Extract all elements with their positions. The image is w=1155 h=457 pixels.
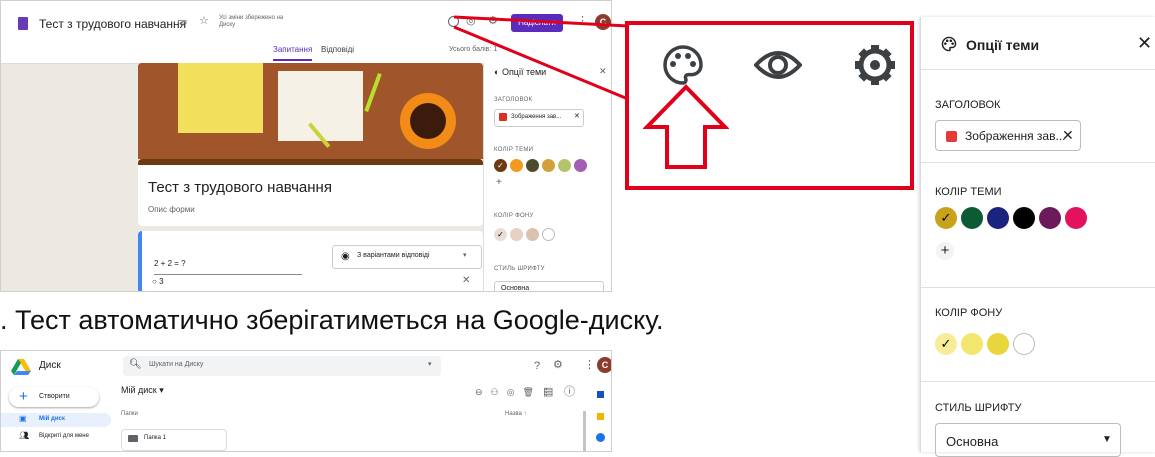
header-image-chip[interactable]: Зображення зав... ✕ [935, 120, 1081, 151]
folder-card[interactable]: Папка 1 [121, 429, 227, 451]
remove-header-icon[interactable]: ✕ [1062, 127, 1074, 144]
drive-icon: ▣ [19, 414, 27, 423]
gear-icon[interactable] [853, 43, 897, 87]
scrollbar[interactable] [583, 411, 586, 451]
caption: . Тест автоматично зберігатиметься на Go… [0, 305, 664, 336]
folders-label: Папки [121, 411, 138, 417]
eye-icon[interactable] [754, 47, 802, 83]
my-drive-label: Мій диск [39, 416, 65, 422]
color-swatch[interactable] [1065, 207, 1087, 229]
zoom-callout [625, 21, 914, 190]
shared-label: Відкриті для мене [39, 433, 89, 439]
palette-icon [941, 36, 957, 52]
divider [921, 381, 1155, 382]
drive-screenshot: Диск 🔍︎ Шукати на Диску ▾ ? ⚙ ⋮⋮ C + Ств… [0, 350, 612, 452]
up-arrow-icon [643, 84, 729, 169]
sort-label: Назва [505, 411, 522, 417]
add-color-button[interactable]: + [936, 242, 954, 260]
theme-color-label: КОЛІР ТЕМИ [935, 186, 1002, 198]
divider [921, 69, 1155, 70]
drive-logo-icon[interactable] [11, 359, 31, 375]
shared-icon: 👥︎ [19, 431, 30, 440]
close-icon[interactable]: ✕ [1137, 33, 1152, 54]
divider [921, 287, 1155, 288]
color-swatch[interactable] [961, 333, 983, 355]
drive-app-name[interactable]: Диск [39, 360, 61, 371]
folder-name: Папка 1 [144, 435, 166, 441]
help-icon[interactable]: ? [534, 360, 540, 372]
my-drive-menu-label: Мій диск [121, 385, 157, 395]
chevron-down-icon: ▼ [1102, 434, 1112, 445]
palette-icon[interactable] [661, 43, 705, 87]
theme-title: Опції теми [966, 37, 1040, 53]
search-icon: 🔍︎ [129, 359, 142, 370]
info-icon[interactable]: ⓘ [564, 386, 575, 398]
check-icon: ✓ [940, 210, 952, 225]
bg-color-label: КОЛІР ФОНУ [935, 307, 1003, 319]
color-swatch[interactable] [987, 333, 1009, 355]
create-button[interactable]: + Створити [9, 387, 99, 407]
image-icon [946, 131, 957, 142]
sidebar-item-my-drive[interactable]: ▣ Мій диск [1, 413, 111, 427]
bg-color-swatches: ✓ [935, 333, 1039, 360]
drive-search-bar[interactable]: 🔍︎ Шукати на Диску ▾ [123, 356, 441, 376]
color-swatch[interactable] [1013, 333, 1035, 355]
tasks-icon[interactable] [596, 433, 605, 442]
sort-name-button[interactable]: Назва ↑ [505, 411, 526, 417]
color-swatch[interactable]: ✓ [935, 207, 957, 229]
search-options-icon[interactable]: ▾ [428, 360, 432, 368]
color-swatch[interactable] [961, 207, 983, 229]
settings-icon[interactable]: ⚙ [553, 359, 563, 371]
plus-icon: + [19, 388, 28, 405]
calendar-icon[interactable] [597, 391, 604, 398]
theme-sidebar: Опції теми ✕ ЗАГОЛОВОК Зображення зав...… [920, 17, 1155, 457]
check-icon: ✓ [940, 336, 952, 351]
folder-icon [128, 435, 138, 442]
color-swatch[interactable] [1013, 207, 1035, 229]
search-input[interactable]: Шукати на Диску [149, 361, 203, 368]
header-label: ЗАГОЛОВОК [935, 99, 1001, 111]
caption-text: Тест автоматично зберігатиметься на Goog… [15, 305, 664, 335]
color-swatch[interactable] [987, 207, 1009, 229]
font-style-value: Основна [946, 434, 999, 449]
my-drive-menu[interactable]: Мій диск ▾ [121, 385, 164, 396]
create-label: Створити [39, 393, 70, 400]
font-style-label: СТИЛЬ ШРИФТУ [935, 402, 1022, 414]
color-swatch[interactable] [1039, 207, 1061, 229]
sidebar-item-shared[interactable]: 👥︎ Відкриті для мене [1, 430, 111, 444]
theme-color-swatches: ✓ [935, 207, 1091, 234]
list-view-icon[interactable]: ▤ [543, 386, 553, 398]
caption-prefix: . [0, 305, 8, 335]
keep-icon[interactable] [597, 413, 604, 420]
divider [921, 162, 1155, 163]
header-chip-label: Зображення зав... [965, 129, 1066, 143]
color-swatch[interactable]: ✓ [935, 333, 957, 355]
drive-avatar[interactable]: C [597, 357, 611, 373]
